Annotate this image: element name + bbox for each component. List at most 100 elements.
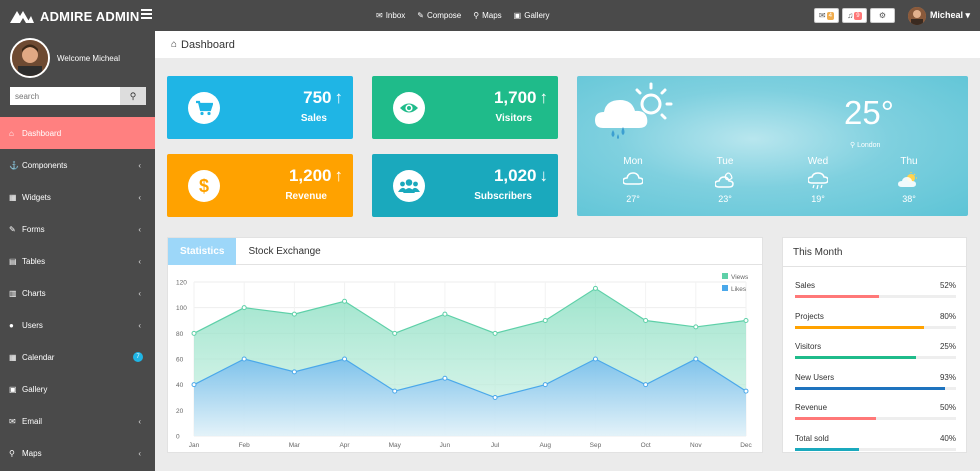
progress-track bbox=[795, 448, 956, 451]
day-name: Thu bbox=[900, 156, 918, 167]
sidebar-item-gallery[interactable]: ▣ Gallery bbox=[0, 373, 155, 405]
stat-value: 750 bbox=[303, 88, 332, 107]
progress-item: Sales 52% bbox=[795, 281, 956, 298]
progress-label: New Users bbox=[795, 372, 835, 382]
sidebar-item-users[interactable]: ● Users ‹ bbox=[0, 309, 155, 341]
avatar[interactable] bbox=[907, 6, 926, 25]
y-tick-label: 0 bbox=[176, 434, 180, 441]
tab-statistics[interactable]: Statistics bbox=[168, 238, 237, 265]
map-marker-icon: ⚲ bbox=[473, 11, 480, 20]
progress-fill bbox=[795, 325, 924, 329]
legend-swatch bbox=[722, 273, 728, 279]
cloud-rain-icon bbox=[793, 172, 843, 192]
compose-icon: ✎ bbox=[417, 11, 424, 20]
stat-card-visitors[interactable]: 1,700 ↑ Visitors bbox=[372, 76, 558, 139]
sidebar-menu: ⌂ Dashboard ⚓ Components ‹ ▦ Widgets ‹ ✎ Forms ‹ ▤ T… bbox=[0, 117, 155, 469]
chart-tabs: Statistics Stock Exchange bbox=[168, 238, 762, 265]
user-menu[interactable]: Micheal ▾ bbox=[930, 10, 970, 21]
picture-icon: ▣ bbox=[9, 384, 17, 394]
user-name: Micheal bbox=[929, 10, 963, 20]
bell-notification-button[interactable]: ♫ 9 bbox=[841, 8, 867, 23]
cloud-icon bbox=[608, 172, 658, 192]
x-tick-label: Apr bbox=[339, 442, 350, 449]
search-input[interactable] bbox=[10, 87, 120, 105]
data-point bbox=[743, 318, 749, 323]
x-tick-label: Jul bbox=[491, 442, 500, 449]
data-point bbox=[643, 318, 649, 323]
x-tick-label: Oct bbox=[641, 442, 651, 449]
sidebar-item-charts[interactable]: ▥ Charts ‹ bbox=[0, 277, 155, 309]
y-tick-label: 20 bbox=[176, 408, 184, 415]
profile-avatar[interactable] bbox=[10, 38, 50, 78]
progress-track bbox=[795, 325, 956, 329]
sidebar-item-email[interactable]: ✉ Email ‹ bbox=[0, 405, 155, 437]
picture-icon: ▣ bbox=[513, 11, 522, 20]
day-temp: 38° bbox=[902, 194, 916, 204]
chevron-left-icon: ‹ bbox=[138, 256, 141, 266]
sidebar-item-calendar[interactable]: ▦ Calendar 7 bbox=[0, 341, 155, 373]
search-box: ⚲ bbox=[10, 87, 146, 105]
menu-toggle-icon[interactable] bbox=[141, 9, 152, 19]
progress-track bbox=[795, 295, 956, 298]
nav-gallery[interactable]: ▣ Gallery bbox=[514, 11, 550, 20]
data-point bbox=[241, 305, 247, 311]
brand-name: ADMIRE ADMIN bbox=[40, 8, 140, 24]
progress-track bbox=[795, 386, 956, 390]
sidebar-item-maps[interactable]: ⚲ Maps ‹ bbox=[0, 437, 155, 469]
eye-icon bbox=[393, 92, 425, 124]
stat-label: Revenue bbox=[285, 191, 327, 202]
tab-stock-exchange[interactable]: Stock Exchange bbox=[236, 238, 332, 265]
settings-button[interactable]: ⚙ bbox=[869, 8, 895, 23]
users-icon bbox=[393, 170, 425, 202]
search-button[interactable]: ⚲ bbox=[120, 87, 146, 105]
nav-inbox[interactable]: ✉ Inbox bbox=[376, 11, 405, 20]
nav-maps[interactable]: ⚲ Maps bbox=[473, 11, 501, 20]
stat-card-sales[interactable]: 750 ↑ Sales bbox=[167, 76, 353, 139]
sidebar-item-label: Charts bbox=[22, 288, 46, 298]
day-temp: 23° bbox=[718, 194, 732, 204]
sun-cloud-icon bbox=[884, 172, 934, 192]
progress-item: Visitors 25% bbox=[795, 342, 956, 360]
brand[interactable]: ADMIRE ADMIN bbox=[10, 6, 139, 26]
arrow-down-icon: ↓ bbox=[539, 166, 549, 185]
progress-track bbox=[795, 356, 956, 360]
data-point bbox=[241, 356, 247, 362]
welcome-text: Welcome Micheal bbox=[57, 53, 120, 63]
current-temperature: 25° bbox=[844, 94, 894, 131]
x-tick-label: Dec bbox=[740, 442, 752, 449]
stat-value: 1,200 bbox=[288, 166, 332, 185]
data-point bbox=[693, 356, 699, 362]
mail-notification-button[interactable]: ✉ 4 bbox=[813, 8, 839, 23]
calendar-badge: 7 bbox=[133, 352, 143, 362]
stat-card-subscribers[interactable]: 1,020 ↓ Subscribers bbox=[372, 154, 558, 217]
sidebar-item-tables[interactable]: ▤ Tables ‹ bbox=[0, 245, 155, 277]
progress-fill bbox=[795, 295, 879, 298]
nav-label: Gallery bbox=[524, 11, 550, 20]
sidebar: Welcome Micheal ⚲ ⌂ Dashboard ⚓Components ‹… bbox=[0, 31, 155, 471]
nav-compose[interactable]: ✎ Compose bbox=[417, 11, 461, 20]
stat-label: Visitors bbox=[495, 113, 533, 124]
sidebar-item-label: Tables bbox=[22, 256, 46, 266]
forecast-day: Wed 19° bbox=[793, 156, 843, 204]
data-point bbox=[191, 382, 197, 388]
sidebar-item-components[interactable]: ⚓ Components ‹ bbox=[0, 149, 155, 181]
map-marker-icon: ⚲ bbox=[850, 142, 856, 149]
brand-logo-icon bbox=[10, 11, 34, 23]
progress-percent: 40% bbox=[939, 434, 956, 443]
x-tick-label: May bbox=[389, 442, 402, 449]
progress-label: Total sold bbox=[795, 434, 829, 443]
sidebar-item-widgets[interactable]: ▦ Widgets ‹ bbox=[0, 181, 155, 213]
chevron-left-icon: ‹ bbox=[138, 416, 141, 426]
x-tick-label: Mar bbox=[289, 442, 301, 449]
chevron-left-icon: ‹ bbox=[138, 320, 141, 330]
envelope-icon: ✉ bbox=[9, 416, 16, 426]
location-name: London bbox=[857, 142, 881, 149]
stat-card-revenue[interactable]: $ 1,200 ↑ Revenue bbox=[167, 154, 353, 217]
calendar-icon: ▦ bbox=[9, 352, 17, 362]
legend-label: Views bbox=[731, 274, 749, 281]
y-tick-label: 120 bbox=[176, 280, 187, 287]
sidebar-item-forms[interactable]: ✎ Forms ‹ bbox=[0, 213, 155, 245]
data-point bbox=[392, 330, 398, 336]
nav-label: Inbox bbox=[385, 11, 406, 20]
sidebar-item-dashboard[interactable]: ⌂ Dashboard bbox=[0, 117, 155, 149]
